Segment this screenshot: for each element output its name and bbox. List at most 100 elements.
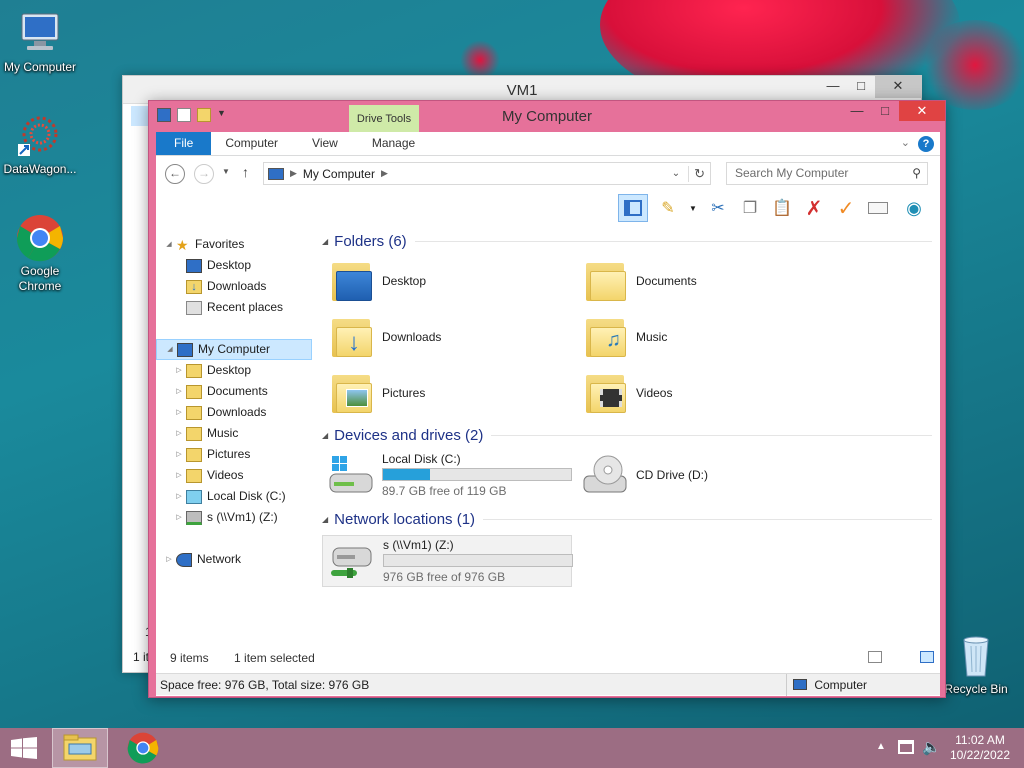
network-tray-icon[interactable] (898, 740, 914, 754)
rename-icon[interactable] (866, 196, 890, 220)
minimize-button[interactable]: — (819, 76, 847, 98)
taskbar-chrome[interactable] (114, 728, 172, 768)
nav-computer-downloads[interactable]: ▷ Downloads (156, 402, 316, 423)
address-dropdown-icon[interactable]: ⌄ (672, 168, 680, 179)
delete-icon[interactable]: ✗ (802, 196, 826, 220)
up-button[interactable]: ↑ (242, 164, 249, 180)
nav-computer-local-disk[interactable]: ▷ Local Disk (C:) (156, 486, 316, 507)
nav-network[interactable]: ▷ Network (156, 549, 316, 570)
folder-downloads[interactable]: ↓ Downloads (322, 313, 576, 361)
tab-file[interactable]: File (156, 132, 212, 155)
folder-label: Music (636, 330, 668, 344)
details-view-icon[interactable] (868, 651, 882, 663)
drive-local-disk-c[interactable]: Local Disk (C:) 89.7 GB free of 119 GB (322, 449, 576, 501)
expand-icon[interactable]: ▷ (174, 444, 184, 465)
nav-computer-pictures[interactable]: ▷ Pictures (156, 444, 316, 465)
window-title: My Computer (501, 108, 593, 125)
drive-network-z[interactable]: s (\\Vm1) (Z:) 976 GB free of 976 GB (322, 535, 573, 587)
nav-favorites[interactable]: ◢ ★ Favorites (156, 234, 316, 255)
breadcrumb-my-computer[interactable]: My Computer (303, 167, 375, 181)
folder-documents[interactable]: Documents (576, 257, 830, 305)
desktop-icon-datawagon[interactable]: DataWagon... (0, 112, 80, 177)
expand-icon[interactable]: ▷ (174, 507, 184, 528)
copy-icon[interactable]: ❐ (738, 196, 762, 220)
section-devices[interactable]: ◢ Devices and drives (2) (322, 425, 932, 445)
nav-computer-desktop[interactable]: ▷ Desktop (156, 360, 316, 381)
close-button[interactable]: ✕ (875, 76, 921, 98)
desktop-icon-label: Google Chrome (18, 264, 62, 293)
start-button[interactable] (4, 728, 44, 768)
folder-desktop[interactable]: Desktop (322, 257, 576, 305)
help-icon[interactable]: ? (918, 136, 934, 152)
shell-icon[interactable]: ◉ (902, 196, 926, 220)
vm1-window-title: VM1 (506, 82, 538, 99)
folder-music[interactable]: ♫ Music (576, 313, 830, 361)
folder-pictures[interactable]: Pictures (322, 369, 576, 417)
collapse-icon[interactable]: ◢ (322, 515, 328, 524)
space-info: Space free: 976 GB, Total size: 976 GB (160, 678, 370, 692)
documents-folder-icon (586, 259, 628, 303)
search-icon[interactable]: ⚲ (912, 163, 921, 184)
drive-cd-d[interactable]: CD Drive (D:) (576, 449, 830, 501)
show-hidden-icons-icon[interactable]: ▲ (876, 741, 886, 752)
paste-icon[interactable]: 📋 (770, 196, 794, 220)
maximize-button[interactable]: □ (847, 76, 875, 98)
maximize-button[interactable]: □ (871, 101, 899, 123)
tab-view[interactable]: View (292, 132, 358, 155)
desktop-icon-my-computer[interactable]: My Computer (0, 10, 80, 75)
nav-computer-videos[interactable]: ▷ Videos (156, 465, 316, 486)
folder-label: Videos (636, 386, 673, 400)
recent-locations-button[interactable]: ▼ (222, 167, 230, 176)
clock[interactable]: 11:02 AM 10/22/2022 (950, 733, 1010, 763)
refresh-icon[interactable]: ↻ (688, 165, 710, 182)
desktop-icon-recycle-bin[interactable]: Recycle Bin (936, 632, 1016, 697)
taskbar-file-explorer[interactable] (52, 728, 108, 768)
search-input[interactable]: Search My Computer ⚲ (726, 162, 928, 185)
nav-computer-network-drive[interactable]: ▷ s (\\Vm1) (Z:) (156, 507, 316, 528)
large-icons-view-icon[interactable] (920, 651, 934, 663)
drive-usage-bar (383, 554, 573, 567)
nav-favorite-desktop[interactable]: Desktop (156, 255, 316, 276)
nav-favorite-downloads[interactable]: ↓ Downloads (156, 276, 316, 297)
collapse-icon[interactable]: ◢ (165, 339, 175, 360)
expand-icon[interactable]: ▷ (174, 381, 184, 402)
nav-my-computer[interactable]: ◢ My Computer (156, 339, 312, 360)
forward-button[interactable]: → (194, 164, 214, 184)
back-button[interactable]: ← (165, 164, 185, 184)
folder-videos[interactable]: Videos (576, 369, 830, 417)
volume-icon[interactable]: 🔈 (922, 738, 941, 756)
cut-icon[interactable]: ✂ (706, 196, 730, 220)
expand-ribbon-icon[interactable]: ⌄ (901, 136, 910, 155)
expand-icon[interactable]: ▷ (174, 465, 184, 486)
expand-icon[interactable]: ▷ (174, 423, 184, 444)
nav-label: Downloads (207, 279, 267, 293)
collapse-icon[interactable]: ◢ (322, 431, 328, 440)
section-folders[interactable]: ◢ Folders (6) (322, 231, 932, 251)
desktop-icon-chrome[interactable]: Google Chrome (0, 214, 80, 294)
address-bar[interactable]: ▶ My Computer ▶ ⌄ ↻ (263, 162, 711, 185)
tab-manage[interactable]: Manage (358, 132, 427, 155)
collapse-icon[interactable]: ◢ (164, 234, 174, 255)
tab-computer[interactable]: Computer (211, 132, 292, 155)
my-computer-window[interactable]: ▼ Drive Tools My Computer — □ ✕ File Com… (148, 100, 946, 698)
downloads-folder-icon (186, 405, 202, 420)
titlebar[interactable]: ▼ Drive Tools My Computer — □ ✕ (149, 101, 945, 133)
nav-computer-documents[interactable]: ▷ Documents (156, 381, 316, 402)
section-network-locations[interactable]: ◢ Network locations (1) (322, 509, 932, 529)
drive-name: Local Disk (C:) (382, 452, 461, 466)
expand-icon[interactable]: ▷ (174, 360, 184, 381)
checkmark-icon[interactable]: ✓ (834, 196, 858, 220)
breadcrumb-separator-icon[interactable]: ▶ (381, 168, 388, 179)
preview-pane-icon[interactable] (618, 194, 648, 222)
expand-icon[interactable]: ▷ (174, 486, 184, 507)
collapse-icon[interactable]: ◢ (322, 237, 328, 246)
minimize-button[interactable]: — (843, 101, 871, 123)
close-button[interactable]: ✕ (899, 101, 945, 121)
nav-favorite-recent[interactable]: Recent places (156, 297, 316, 318)
nav-computer-music[interactable]: ▷ Music (156, 423, 316, 444)
properties-dropdown-icon[interactable]: ▼ (688, 196, 698, 220)
expand-icon[interactable]: ▷ (174, 402, 184, 423)
recycle-bin-icon (952, 632, 1000, 680)
properties-icon[interactable]: ✎ (656, 196, 680, 220)
expand-icon[interactable]: ▷ (164, 549, 174, 570)
